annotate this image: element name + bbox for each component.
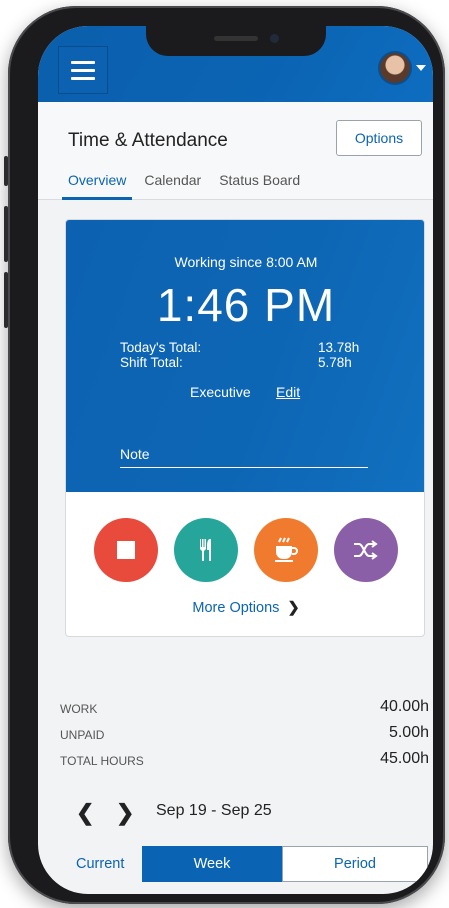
- more-options-link[interactable]: More Options ❯: [66, 600, 424, 616]
- volume-down-button: [4, 272, 8, 328]
- chevron-down-icon[interactable]: [416, 65, 426, 71]
- total-value: 45.00h: [380, 750, 429, 767]
- job-role: Executive: [190, 384, 251, 400]
- notch: [146, 26, 326, 56]
- more-options-label: More Options: [192, 600, 280, 616]
- period-range: Sep 19 - Sep 25: [156, 802, 272, 819]
- coffee-cup-icon: [275, 537, 298, 562]
- shift-total-value: 5.78h: [318, 355, 352, 370]
- totals-row-total-hours: TOTAL HOURS 45.00h: [38, 750, 433, 772]
- transfer-button[interactable]: [334, 518, 398, 582]
- period-segmented-control: Current Week Period: [38, 846, 433, 882]
- todays-total-value: 13.78h: [318, 340, 360, 355]
- period-button[interactable]: Period: [282, 846, 428, 882]
- fork-knife-icon: [200, 539, 211, 561]
- total-label: UNPAID: [60, 728, 105, 742]
- menu-icon[interactable]: [58, 46, 108, 94]
- mute-switch: [4, 156, 8, 186]
- meal-button[interactable]: [174, 518, 238, 582]
- speaker-grille: [214, 36, 258, 41]
- break-button[interactable]: [254, 518, 318, 582]
- options-button[interactable]: Options: [336, 120, 422, 156]
- total-label: WORK: [60, 702, 98, 716]
- shuffle-icon: [354, 540, 378, 560]
- page-title: Time & Attendance: [68, 130, 228, 151]
- shift-total-label: Shift Total:: [120, 355, 183, 370]
- todays-total-label: Today's Total:: [120, 340, 202, 355]
- stop-button[interactable]: [94, 518, 158, 582]
- working-since-text: Working since 8:00 AM: [174, 254, 318, 270]
- current-button[interactable]: Current: [76, 856, 124, 872]
- stop-icon: [117, 541, 135, 559]
- page-header: Time & Attendance Options Overview Calen…: [38, 102, 433, 200]
- punch-actions: [66, 518, 424, 584]
- totals-row-unpaid: UNPAID 5.00h: [38, 724, 433, 746]
- phone-screen: Time & Attendance Options Overview Calen…: [38, 26, 433, 894]
- phone-frame: Time & Attendance Options Overview Calen…: [4, 6, 445, 904]
- tab-overview[interactable]: Overview: [62, 168, 133, 200]
- edit-role-link[interactable]: Edit: [276, 384, 300, 400]
- period-navigator: ❮ ❯ Sep 19 - Sep 25: [38, 798, 433, 828]
- chevron-left-icon[interactable]: ❮: [76, 800, 94, 826]
- tab-status-board[interactable]: Status Board: [213, 168, 306, 200]
- chevron-right-icon: ❯: [287, 600, 300, 616]
- total-value: 40.00h: [380, 698, 429, 715]
- chevron-right-icon[interactable]: ❯: [116, 800, 134, 826]
- clock-card: Working since 8:00 AM 1:46 PM Today's To…: [65, 219, 425, 637]
- totals-row-work: WORK 40.00h: [38, 698, 433, 720]
- current-time: 1:46 PM: [156, 279, 336, 331]
- front-camera: [270, 34, 279, 43]
- clock-status-panel: Working since 8:00 AM 1:46 PM Today's To…: [66, 220, 424, 492]
- week-button[interactable]: Week: [142, 846, 282, 882]
- total-label: TOTAL HOURS: [60, 754, 144, 768]
- tab-bar: Overview Calendar Status Board: [62, 168, 312, 200]
- volume-up-button: [4, 206, 8, 262]
- avatar[interactable]: [378, 51, 412, 85]
- tab-calendar[interactable]: Calendar: [138, 168, 207, 200]
- note-field[interactable]: Note: [120, 442, 368, 468]
- total-value: 5.00h: [388, 724, 429, 741]
